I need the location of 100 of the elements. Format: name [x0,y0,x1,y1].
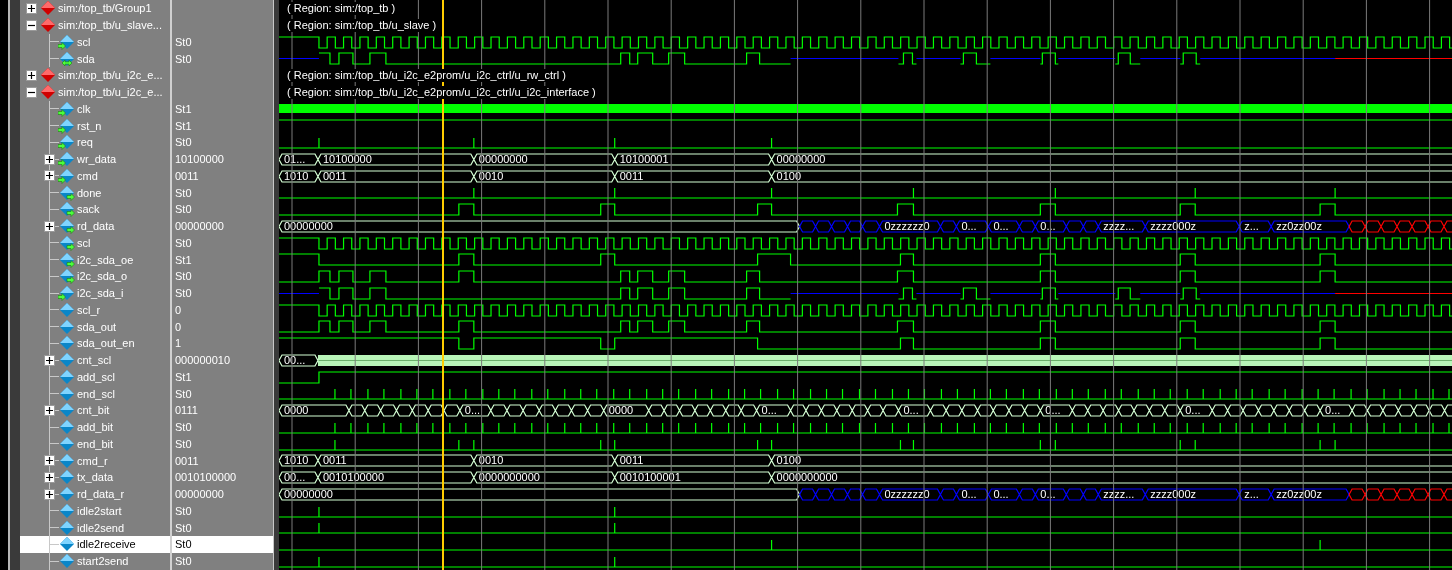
signal-name: idle2send [77,521,125,534]
bus-value: zz0zz00z [1276,220,1322,233]
expand-toggle[interactable] [44,455,55,467]
bus-value: 00... [284,471,306,484]
expand-toggle[interactable] [44,354,55,366]
diamond-icon [39,84,56,101]
signal-name: cnt_scl [77,354,112,367]
diamond-icon [39,67,56,84]
expand-toggle[interactable] [26,69,37,81]
plus-icon [46,457,53,465]
signal-name: idle2start [77,504,122,517]
signal-name: wr_data [77,153,117,166]
plus-icon [28,4,35,12]
region-label: ( Region: sim:/top_tb/u_i2c_e2prom/u_i2c_ctrl/u_rw_ctrl ) [285,68,568,82]
expand-toggle[interactable] [26,86,37,98]
bus-value: 0010 [478,170,504,182]
plus-icon [46,473,53,481]
bus-value: 0... [961,220,977,233]
plus-icon [46,406,53,414]
bus-value: zzzz... [1103,220,1135,233]
group-name: sim:/top_tb/u_slave... [58,19,162,32]
bus-value: 0000 [284,404,309,417]
signal-name: clk [77,102,91,115]
signal-name: req [77,136,93,149]
signal-name: start2send [77,555,129,568]
expand-toggle[interactable] [44,471,55,483]
bus-value: 0... [961,488,977,501]
region-label: ( Region: sim:/top_tb/u_slave ) [285,18,439,32]
bus-value: 0000000000 [776,471,838,484]
signal-name: scl_r [77,303,101,316]
bus-value: 0011 [619,170,644,182]
bus-value: zz0zz00z [1276,488,1322,501]
bus-value: 0... [1185,404,1201,417]
bus-value: 0zzzzzz0 [884,488,930,501]
bus-value: 00000000 [776,153,826,166]
signal-name: rd_data_r [77,488,125,501]
bus-value: 0000000000 [478,471,540,484]
signal-name: add_bit [77,421,114,434]
bus-value: 0011 [619,454,644,467]
bus-value: zzzz000z [1150,220,1197,233]
bus-value: 0... [1045,404,1061,417]
bus-value: 0... [1040,488,1056,501]
bus-value: 0100 [776,170,801,182]
bus-value: 0... [1325,404,1341,417]
plus-icon [46,490,53,498]
bus-value: 0010100000 [322,471,385,484]
bus-value: 0010 [478,454,504,467]
signal-name: cnt_bit [77,404,110,417]
plus-icon [46,172,53,180]
expand-toggle[interactable] [44,488,55,500]
bus-value: 1010 [284,454,309,467]
bus-value: 0010100001 [619,471,681,484]
bus-value: 1010 [284,170,309,182]
bus-value: 0011 [322,170,347,182]
signal-name: rd_data [77,220,115,233]
bus-value: 10100001 [619,153,669,166]
bus-value: 00000000 [284,220,333,233]
signal-name: sda_out_en [77,337,135,350]
bus-value: 00000000 [478,153,528,166]
bus-value: 00000000 [284,488,333,501]
signal-name: idle2receive [77,538,136,551]
group-name: sim:/top_tb/Group1 [58,2,152,15]
signal-name: scl [77,35,91,48]
signal-name: tx_data [77,471,114,484]
bus-value: z... [1244,220,1259,233]
bus-value: 0... [1040,220,1056,233]
bus-value: 0... [993,488,1009,501]
diamond-icon [39,0,56,17]
bus-value: 00... [284,354,306,367]
signal-name: end_scl [77,387,115,400]
signal-name: cmd_r [77,454,108,467]
plus-icon [28,71,35,79]
expand-toggle[interactable] [26,19,37,31]
signal-row[interactable]: idle2receive St0 [20,536,273,553]
expand-toggle[interactable] [44,220,55,232]
plus-icon [46,155,53,163]
bus-value: z... [1244,488,1259,501]
cursor-line[interactable] [442,0,444,570]
group-name: sim:/top_tb/u_i2c_e... [58,86,163,99]
signal-name: scl [77,236,91,249]
signal-name: i2c_sda_oe [77,253,134,266]
expand-toggle[interactable] [44,153,55,165]
bus-value: zzzz000z [1150,488,1197,501]
bus-value: 0000 [608,404,634,417]
bus-value: 0... [993,220,1009,233]
plus-icon [46,356,53,364]
group-name: sim:/top_tb/u_i2c_e... [58,69,163,82]
signal-name: sda [77,52,95,65]
signal-name: add_scl [77,370,115,383]
expand-toggle[interactable] [44,404,55,416]
region-label: ( Region: sim:/top_tb/u_i2c_e2prom/u_i2c_ctrl/u_i2c_interface ) [285,85,598,99]
bus-value: 01... [284,153,306,166]
expand-toggle[interactable] [26,2,37,14]
signal-name: i2c_sda_o [77,270,128,283]
region-label: ( Region: sim:/top_tb ) [285,1,398,15]
expand-toggle[interactable] [44,170,55,182]
bus-value: 0zzzzzz0 [884,220,930,233]
bus-value: 0... [903,404,919,417]
signal-name: end_bit [77,437,114,450]
signal-name: sda_out [77,320,117,333]
